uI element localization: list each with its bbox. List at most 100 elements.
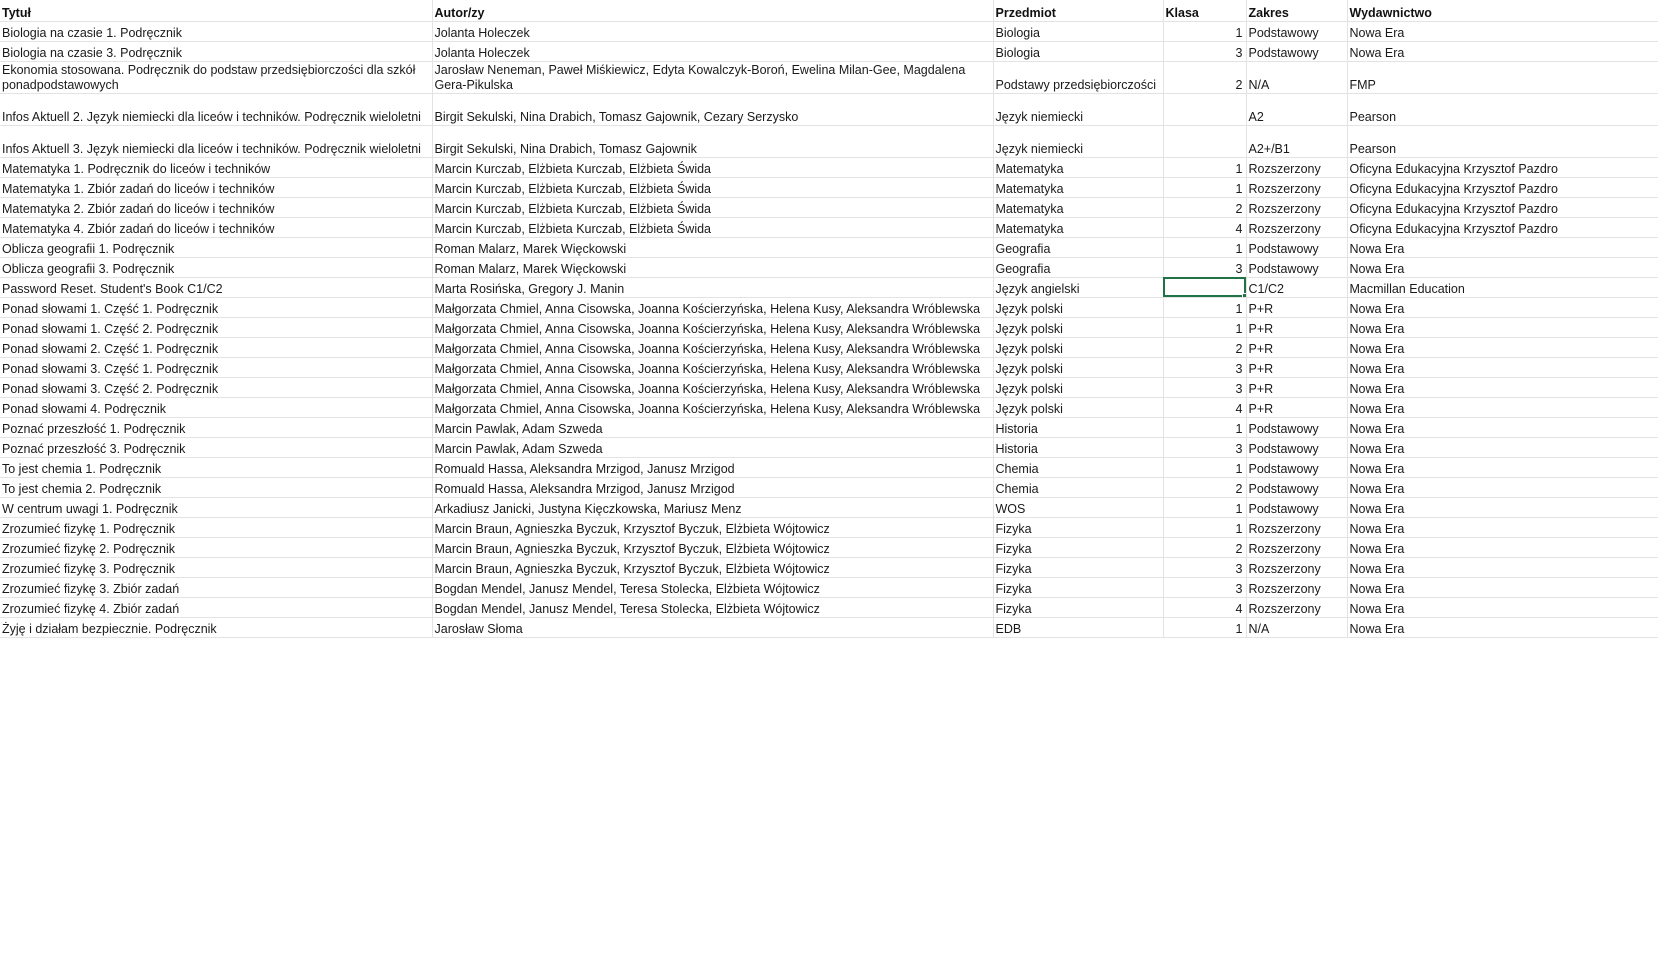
cell-scope[interactable]: N/A xyxy=(1246,617,1348,638)
cell-scope[interactable]: P+R xyxy=(1246,397,1348,418)
cell-authors[interactable]: Marcin Braun, Agnieszka Byczuk, Krzyszto… xyxy=(432,557,994,578)
cell-scope[interactable]: Rozszerzony xyxy=(1246,577,1348,598)
cell-scope[interactable]: P+R xyxy=(1246,297,1348,318)
cell-scope[interactable]: P+R xyxy=(1246,377,1348,398)
cell-grade[interactable]: 1 xyxy=(1163,457,1247,478)
cell-scope[interactable]: Podstawowy xyxy=(1246,477,1348,498)
cell-subject[interactable]: Język niemiecki xyxy=(993,93,1164,126)
cell-title[interactable]: Zrozumieć fizykę 4. Zbiór zadań xyxy=(0,597,433,618)
cell-subject[interactable]: Biologia xyxy=(993,41,1164,62)
cell-subject[interactable]: Język polski xyxy=(993,297,1164,318)
cell-title[interactable]: Matematyka 1. Podręcznik do liceów i tec… xyxy=(0,157,433,178)
cell-subject[interactable]: Język polski xyxy=(993,357,1164,378)
cell-scope[interactable]: Podstawowy xyxy=(1246,21,1348,42)
cell-title[interactable]: Poznać przeszłość 3. Podręcznik xyxy=(0,437,433,458)
cell-title[interactable]: Ponad słowami 3. Część 2. Podręcznik xyxy=(0,377,433,398)
cell-publisher[interactable]: Nowa Era xyxy=(1347,537,1658,558)
cell-title[interactable]: Oblicza geografii 3. Podręcznik xyxy=(0,257,433,278)
cell-grade[interactable]: 4 xyxy=(1163,597,1247,618)
cell-scope[interactable]: Podstawowy xyxy=(1246,437,1348,458)
header-cell-scope[interactable]: Zakres xyxy=(1246,0,1348,22)
cell-grade[interactable]: 1 xyxy=(1163,617,1247,638)
cell-publisher[interactable]: Nowa Era xyxy=(1347,21,1658,42)
cell-authors[interactable]: Roman Malarz, Marek Więckowski xyxy=(432,257,994,278)
cell-authors[interactable]: Małgorzata Chmiel, Anna Cisowska, Joanna… xyxy=(432,297,994,318)
cell-title[interactable]: Infos Aktuell 2. Język niemiecki dla lic… xyxy=(0,93,433,126)
cell-scope[interactable]: P+R xyxy=(1246,317,1348,338)
cell-authors[interactable]: Marcin Braun, Agnieszka Byczuk, Krzyszto… xyxy=(432,517,994,538)
cell-publisher[interactable]: Nowa Era xyxy=(1347,577,1658,598)
cell-title[interactable]: Zrozumieć fizykę 1. Podręcznik xyxy=(0,517,433,538)
cell-authors[interactable]: Marcin Pawlak, Adam Szweda xyxy=(432,417,994,438)
cell-scope[interactable]: Rozszerzony xyxy=(1246,157,1348,178)
cell-authors[interactable]: Birgit Sekulski, Nina Drabich, Tomasz Ga… xyxy=(432,125,994,158)
cell-publisher[interactable]: Nowa Era xyxy=(1347,297,1658,318)
cell-title[interactable]: Biologia na czasie 3. Podręcznik xyxy=(0,41,433,62)
cell-scope[interactable]: Podstawowy xyxy=(1246,457,1348,478)
cell-publisher[interactable]: Nowa Era xyxy=(1347,617,1658,638)
cell-scope[interactable]: Rozszerzony xyxy=(1246,597,1348,618)
cell-scope[interactable]: Rozszerzony xyxy=(1246,197,1348,218)
cell-subject[interactable]: Język angielski xyxy=(993,277,1164,298)
cell-subject[interactable]: Biologia xyxy=(993,21,1164,42)
cell-grade[interactable]: 1 xyxy=(1163,237,1247,258)
cell-publisher[interactable]: Nowa Era xyxy=(1347,397,1658,418)
cell-scope[interactable]: Rozszerzony xyxy=(1246,537,1348,558)
header-cell-publisher[interactable]: Wydawnictwo xyxy=(1347,0,1658,22)
cell-subject[interactable]: Fizyka xyxy=(993,557,1164,578)
cell-publisher[interactable]: Nowa Era xyxy=(1347,41,1658,62)
cell-scope[interactable]: Podstawowy xyxy=(1246,257,1348,278)
cell-subject[interactable]: Język polski xyxy=(993,317,1164,338)
cell-grade[interactable]: 3 xyxy=(1163,577,1247,598)
cell-publisher[interactable]: Nowa Era xyxy=(1347,417,1658,438)
cell-publisher[interactable]: Nowa Era xyxy=(1347,337,1658,358)
cell-title[interactable]: Ekonomia stosowana. Podręcznik do podsta… xyxy=(0,61,433,94)
cell-authors[interactable]: Arkadiusz Janicki, Justyna Kięczkowska, … xyxy=(432,497,994,518)
cell-title[interactable]: Zrozumieć fizykę 2. Podręcznik xyxy=(0,537,433,558)
cell-subject[interactable]: Matematyka xyxy=(993,217,1164,238)
cell-authors[interactable]: Marcin Kurczab, Elżbieta Kurczab, Elżbie… xyxy=(432,197,994,218)
cell-authors[interactable]: Romuald Hassa, Aleksandra Mrzigod, Janus… xyxy=(432,477,994,498)
cell-grade[interactable]: 4 xyxy=(1163,397,1247,418)
cell-subject[interactable]: Geografia xyxy=(993,257,1164,278)
cell-grade[interactable]: 1 xyxy=(1163,297,1247,318)
cell-grade[interactable]: 1 xyxy=(1163,517,1247,538)
cell-publisher[interactable]: Oficyna Edukacyjna Krzysztof Pazdro xyxy=(1347,157,1658,178)
cell-scope[interactable]: Podstawowy xyxy=(1246,497,1348,518)
cell-subject[interactable]: Matematyka xyxy=(993,157,1164,178)
cell-scope[interactable]: A2 xyxy=(1246,93,1348,126)
cell-authors[interactable]: Marcin Kurczab, Elżbieta Kurczab, Elżbie… xyxy=(432,177,994,198)
cell-publisher[interactable]: Nowa Era xyxy=(1347,517,1658,538)
cell-grade[interactable]: 2 xyxy=(1163,61,1247,94)
cell-grade[interactable]: 1 xyxy=(1163,497,1247,518)
cell-scope[interactable]: A2+/B1 xyxy=(1246,125,1348,158)
cell-title[interactable]: Matematyka 1. Zbiór zadań do liceów i te… xyxy=(0,177,433,198)
cell-grade[interactable]: 3 xyxy=(1163,557,1247,578)
cell-authors[interactable]: Jarosław Słoma xyxy=(432,617,994,638)
cell-subject[interactable]: Historia xyxy=(993,417,1164,438)
cell-scope[interactable]: Podstawowy xyxy=(1246,417,1348,438)
cell-subject[interactable]: Matematyka xyxy=(993,197,1164,218)
cell-title[interactable]: Ponad słowami 1. Część 2. Podręcznik xyxy=(0,317,433,338)
cell-scope[interactable]: N/A xyxy=(1246,61,1348,94)
cell-subject[interactable]: Matematyka xyxy=(993,177,1164,198)
cell-publisher[interactable]: Nowa Era xyxy=(1347,357,1658,378)
header-cell-title[interactable]: Tytuł xyxy=(0,0,433,22)
cell-authors[interactable]: Jolanta Holeczek xyxy=(432,41,994,62)
cell-authors[interactable]: Marcin Pawlak, Adam Szweda xyxy=(432,437,994,458)
header-cell-authors[interactable]: Autor/zy xyxy=(432,0,994,22)
cell-subject[interactable]: Fizyka xyxy=(993,597,1164,618)
cell-publisher[interactable]: Nowa Era xyxy=(1347,317,1658,338)
cell-grade[interactable]: 1 xyxy=(1163,21,1247,42)
cell-grade[interactable]: 1 xyxy=(1163,177,1247,198)
cell-publisher[interactable]: Nowa Era xyxy=(1347,437,1658,458)
cell-grade[interactable] xyxy=(1163,93,1247,126)
cell-grade[interactable]: 3 xyxy=(1163,437,1247,458)
cell-publisher[interactable]: Nowa Era xyxy=(1347,457,1658,478)
cell-subject[interactable]: Język polski xyxy=(993,337,1164,358)
cell-publisher[interactable]: Pearson xyxy=(1347,125,1658,158)
cell-title[interactable]: Biologia na czasie 1. Podręcznik xyxy=(0,21,433,42)
cell-subject[interactable]: EDB xyxy=(993,617,1164,638)
cell-grade[interactable]: 3 xyxy=(1163,357,1247,378)
cell-scope[interactable]: Rozszerzony xyxy=(1246,517,1348,538)
